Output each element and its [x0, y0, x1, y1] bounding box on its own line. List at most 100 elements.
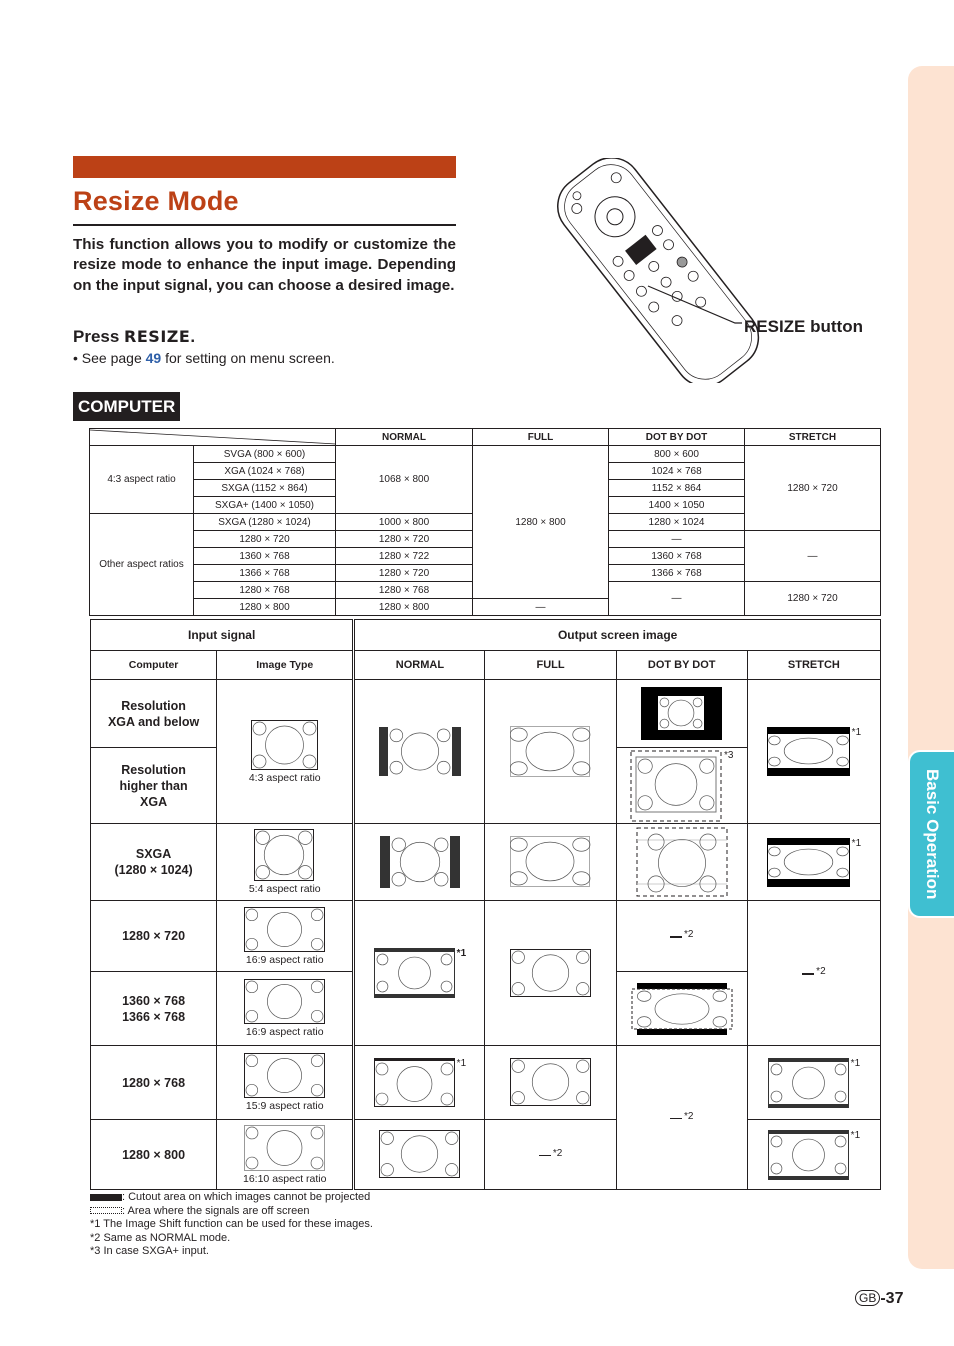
screen-diagram-letterbox: [766, 727, 850, 776]
normal-cell: 1280 × 720: [335, 564, 473, 582]
full-output: [484, 900, 617, 1046]
signal-cell: 1280 × 720: [193, 530, 336, 548]
screen-diagram: [379, 836, 460, 888]
region-badge: GB: [855, 1290, 881, 1306]
black-swatch-icon: [90, 1193, 122, 1201]
dot-cell: 1152 × 864: [608, 479, 745, 497]
resize-button-callout: RESIZE button: [744, 317, 863, 336]
full-cell: 1280 × 800: [472, 445, 609, 599]
sub-header-image-type: Image Type: [216, 650, 356, 680]
screen-diagram-in1610: [243, 1124, 325, 1171]
press-suffix: .: [190, 327, 196, 346]
press-prefix: Press: [73, 327, 125, 346]
screen-diagram: [243, 1124, 326, 1171]
output-image-table: Input signal Output screen image Compute…: [89, 619, 882, 1190]
image-type-16-9: 16:9 aspect ratio: [216, 971, 356, 1046]
screen-diagram: [641, 687, 723, 740]
diagonal-line: [90, 429, 336, 445]
dot-cell: 800 × 600: [608, 445, 745, 463]
row-label-xga-below: Resolution XGA and below: [89, 679, 218, 748]
screen-diagram: [243, 906, 326, 952]
image-type-15-9: 15:9 aspect ratio: [216, 1045, 356, 1120]
page-49-link[interactable]: 49: [146, 350, 162, 366]
screen-diagram-dotsmall: [641, 687, 723, 740]
screen-diagram: [631, 982, 733, 1035]
group-label-4-3: 4:3 aspect ratio: [89, 445, 194, 514]
signal-cell: 1360 × 768: [193, 547, 336, 565]
full-output: [484, 679, 617, 824]
note-ref: *1: [456, 1057, 467, 1069]
dot-output: *2: [615, 1045, 748, 1190]
normal-output: *1: [353, 1045, 486, 1120]
side-tab-label: Basic Operation: [923, 768, 942, 900]
screen-diagram: [767, 1057, 849, 1108]
see-page-note: • See page 49 for setting on menu screen…: [73, 350, 335, 366]
screen-diagram-wide: [509, 725, 591, 777]
screen-diagram-letterbox: [766, 837, 850, 887]
screen-diagram: [378, 1130, 461, 1178]
full-output: *2: [484, 1119, 617, 1190]
image-type-16-9: 16:9 aspect ratio: [216, 900, 356, 972]
screen-diagram-plain169: [509, 1058, 591, 1106]
sub-header-computer: Computer: [89, 650, 218, 680]
note-ref: *1: [850, 1057, 861, 1069]
normal-cell: 1280 × 720: [335, 530, 473, 548]
computer-section-label: COMPUTER: [73, 392, 181, 421]
image-type-caption: 15:9 aspect ratio: [245, 1100, 324, 1112]
screen-diagram: [767, 1129, 849, 1180]
intro-paragraph: This function allows you to modify or cu…: [73, 236, 456, 294]
signal-cell: SXGA+ (1400 × 1050): [193, 496, 336, 514]
screen-diagram: [509, 725, 591, 777]
row-label-sxga: SXGA (1280 × 1024): [89, 823, 218, 901]
image-type-caption: 4:3 aspect ratio: [248, 771, 321, 784]
legend-cutout-text: : Cutout area on which images cannot be …: [122, 1191, 371, 1203]
screen-diagram-topbar: [373, 1057, 455, 1107]
section-color-bar: [73, 156, 456, 178]
image-type-caption: 16:10 aspect ratio: [243, 1172, 327, 1185]
legend: : Cutout area on which images cannot be …: [90, 1191, 373, 1259]
screen-diagram-thinbars: [767, 1129, 849, 1180]
note-ref: *1: [851, 837, 862, 849]
page-number: GB -37: [855, 1290, 903, 1308]
stretch-output: *1: [746, 1045, 882, 1120]
stretch-cell: 1280 × 720: [744, 445, 881, 531]
screen-diagram-wide: [509, 836, 591, 887]
row-label-1280x720: 1280 × 720: [89, 900, 218, 972]
normal-output: [353, 1119, 486, 1190]
normal-output: *1: [353, 900, 486, 1046]
note-ref: *2: [683, 1110, 694, 1122]
note-ref: *1: [456, 948, 467, 959]
screen-diagram-thinbars: [767, 1057, 849, 1108]
dot-output: [615, 679, 748, 748]
sub-header-stretch: STRETCH: [746, 650, 882, 680]
group-label-other: Other aspect ratios: [89, 513, 194, 616]
full-output: [484, 823, 617, 901]
dot-output: *3: [615, 747, 748, 824]
title-divider: [73, 224, 456, 226]
screen-diagram: [509, 948, 592, 997]
legend-offscreen-text: : Area where the signals are off screen: [122, 1204, 310, 1217]
note-ref: *2: [816, 966, 826, 977]
dot-cell: 1400 × 1050: [608, 496, 745, 514]
legend-offscreen: : Area where the signals are off screen: [90, 1205, 373, 1219]
note-ref: *1: [851, 727, 862, 738]
normal-cell: 1280 × 800: [335, 598, 473, 616]
screen-diagram-pillar43: [378, 727, 461, 776]
screen-diagram: [766, 837, 850, 887]
stretch-output: *1: [746, 1119, 882, 1190]
same-as-normal-dash: [669, 936, 682, 938]
screen-diagram-dotbig54: [636, 827, 728, 897]
signal-cell: SXGA (1280 × 1024): [193, 513, 336, 531]
screen-diagram-in43: [250, 719, 318, 770]
resolution-spec-table: NORMAL FULL DOT BY DOT STRETCH 4:3 aspec…: [89, 428, 881, 616]
screen-diagram-dotbig43: [630, 750, 722, 821]
screen-diagram-pillar54: [379, 836, 460, 888]
page-title: Resize Mode: [73, 186, 239, 216]
screen-diagram: [373, 1057, 455, 1107]
stretch-cell: 1280 × 720: [744, 581, 881, 616]
note-ref: *2: [683, 929, 694, 940]
see-suffix: for setting on menu screen.: [161, 350, 335, 366]
screen-diagram-in169: [243, 1053, 325, 1098]
dot-cell: 1360 × 768: [608, 547, 745, 565]
screen-diagram-dotwide: [631, 982, 733, 1035]
